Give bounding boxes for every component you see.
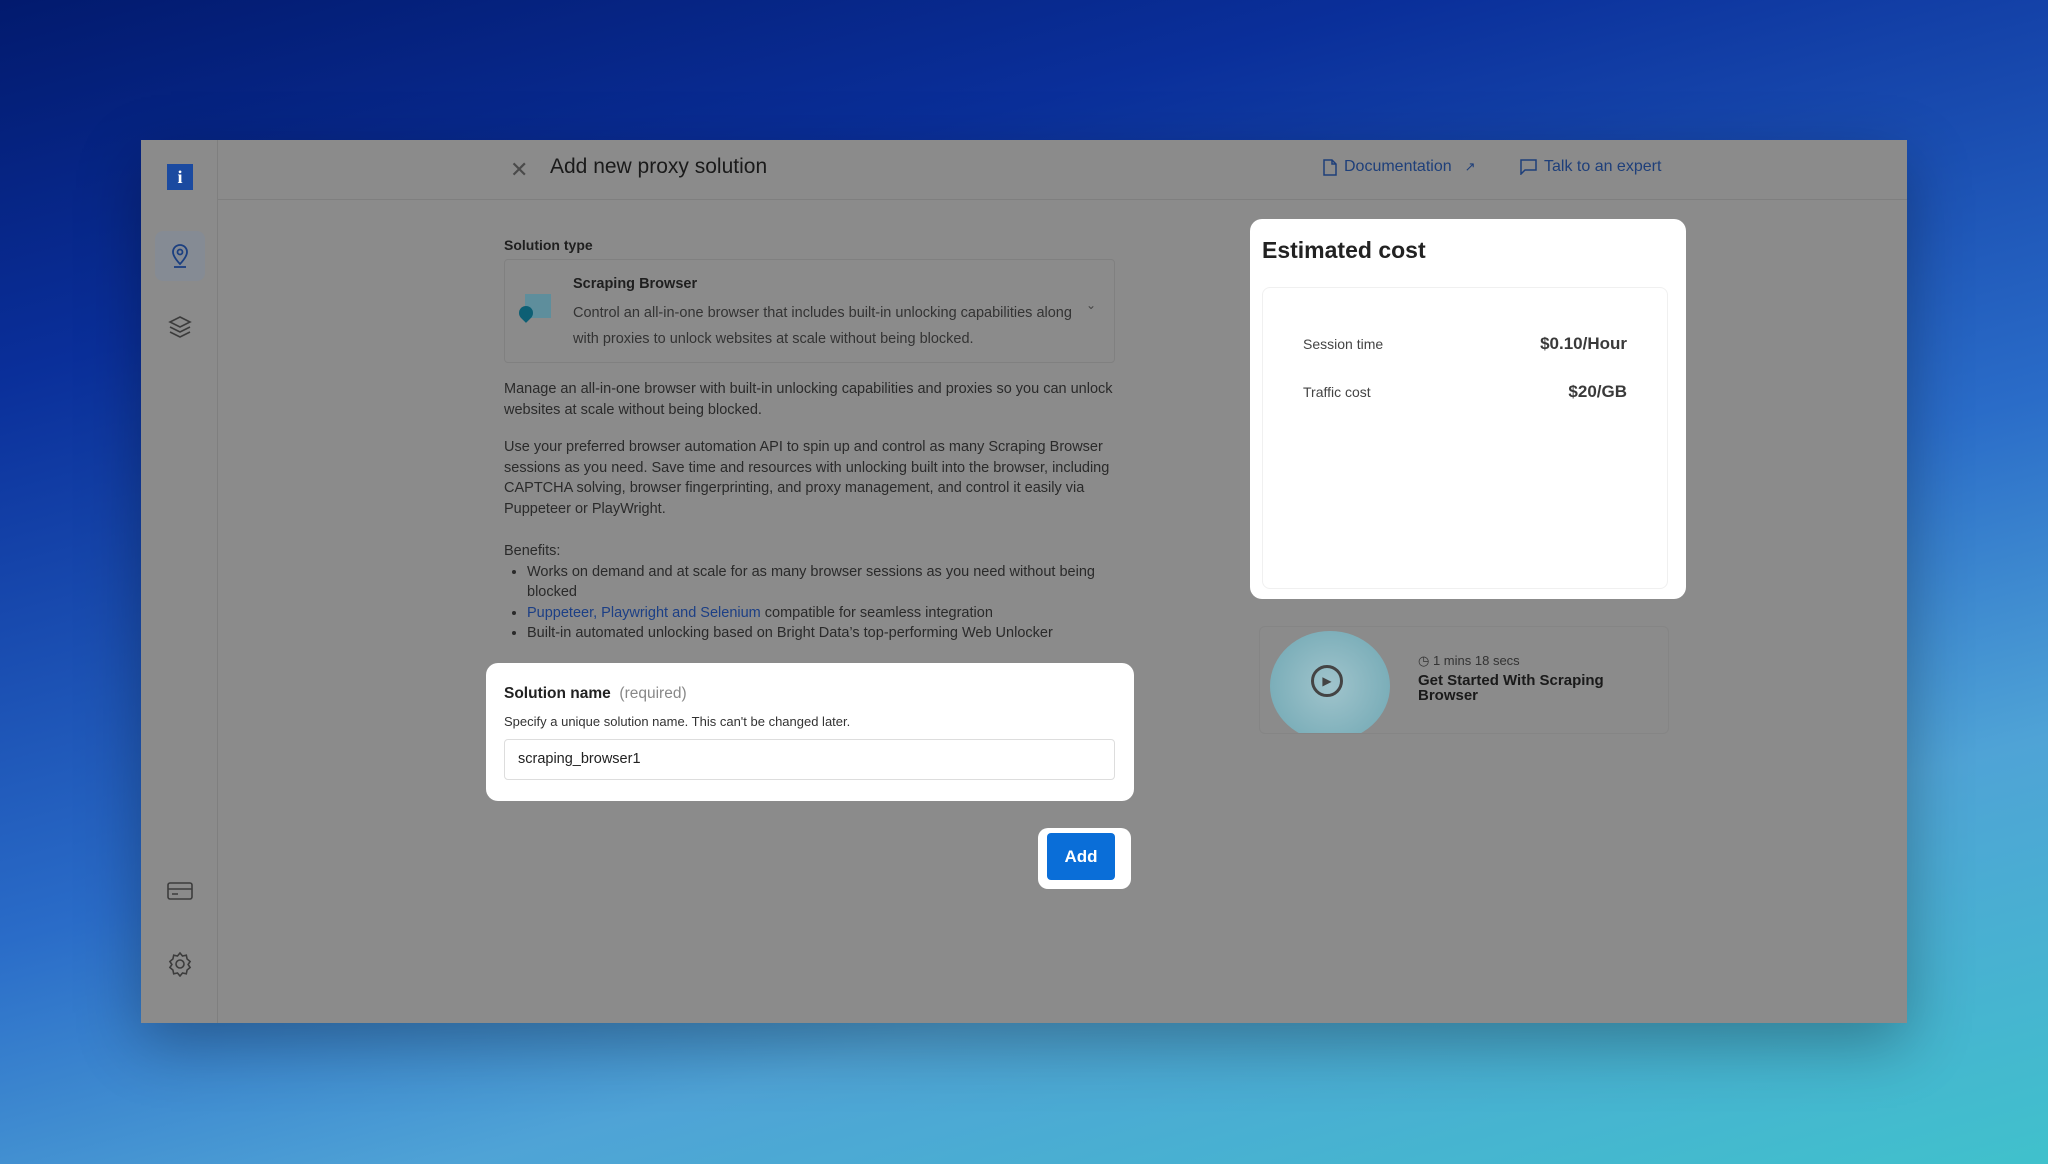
description-paragraph: Manage an all-in-one browser with built-… (504, 381, 1113, 418)
location-pin-icon[interactable] (155, 231, 205, 281)
video-title: Get Started With Scraping Browser (1418, 672, 1604, 704)
layers-icon[interactable] (161, 308, 199, 346)
clock-icon: ◷ (1418, 653, 1430, 668)
scraping-browser-icon (516, 294, 551, 323)
page-title: Add new proxy solution (550, 155, 768, 178)
benefit-item: Puppeteer, Playwright and Selenium compa… (527, 603, 1134, 624)
logo[interactable]: i (161, 158, 199, 196)
documentation-link[interactable]: Documentation ↗ (1323, 158, 1476, 176)
document-icon (1323, 158, 1337, 176)
add-button[interactable]: Add (1047, 833, 1115, 880)
frameworks-link[interactable]: Puppeteer, Playwright and Selenium (527, 605, 761, 621)
talk-to-expert-link[interactable]: Talk to an expert (1520, 158, 1661, 176)
estimated-cost-title: Estimated cost (1262, 237, 1426, 263)
sidebar: i (141, 140, 218, 1023)
required-tag: (required) (619, 685, 687, 702)
benefit-item: Built-in automated unlocking based on Br… (527, 623, 1134, 644)
app-window: i ✕ Add new proxy solution Documentation… (141, 140, 1907, 1023)
benefit-item: Works on demand and at scale for as many… (527, 562, 1134, 603)
close-icon[interactable]: ✕ (510, 157, 528, 183)
solution-type-label: Solution type (504, 237, 593, 253)
billing-card-icon[interactable] (161, 872, 199, 910)
description-paragraph: Use your preferred browser automation AP… (504, 439, 1110, 517)
settings-gear-icon[interactable] (161, 945, 199, 983)
play-icon[interactable]: ▶ (1311, 665, 1343, 697)
solution-name-card: Solution name (required) Specify a uniqu… (486, 663, 1134, 801)
chevron-down-icon: ⌄ (1085, 298, 1096, 312)
solution-name-hint: Specify a unique solution name. This can… (504, 714, 851, 729)
benefits: Benefits: Works on demand and at scale f… (504, 541, 1134, 644)
solution-type-select[interactable]: Scraping Browser Control an all-in-one b… (504, 259, 1115, 363)
solution-name-label: Solution name (504, 685, 611, 702)
video-card[interactable]: ▶ ◷ 1 mins 18 secs Get Started With Scra… (1259, 626, 1669, 734)
external-link-icon: ↗ (1464, 159, 1476, 174)
estimated-cost-card: Estimated cost Session time $0.10/Hour T… (1250, 219, 1686, 599)
solution-name-input[interactable]: scraping_browser1 (504, 739, 1115, 780)
add-button-highlight: Add (1038, 828, 1131, 889)
cost-table: Session time $0.10/Hour Traffic cost $20… (1262, 287, 1668, 589)
chat-icon (1520, 159, 1537, 175)
